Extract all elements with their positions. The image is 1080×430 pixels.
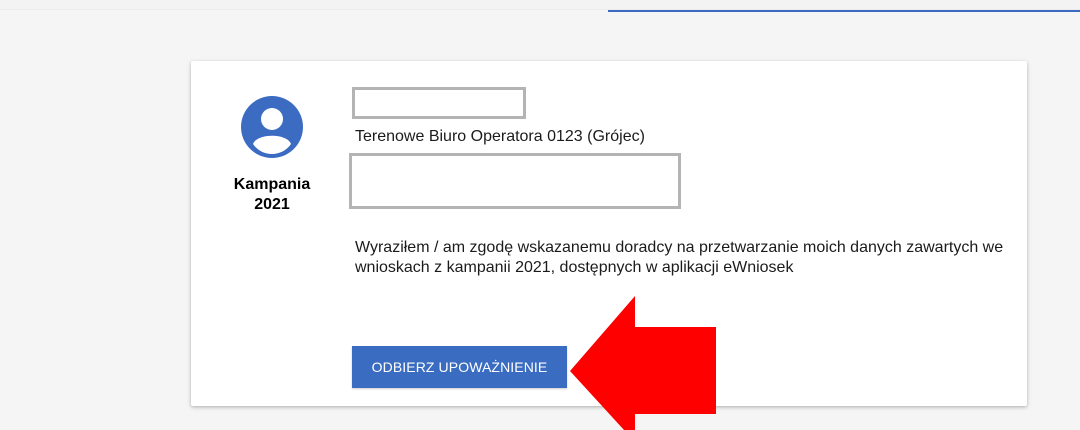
red-arrow-annotation: [570, 296, 716, 430]
campaign-title: Kampania 2021: [216, 175, 328, 215]
campaign-label: Kampania 2021: [233, 176, 311, 213]
redacted-advisor-name: [352, 87, 526, 119]
account-circle-icon: [241, 96, 303, 158]
active-tab-indicator: [608, 10, 1080, 12]
top-bar: [0, 0, 1080, 9]
revoke-authorization-button[interactable]: ODBIERZ UPOWAŻNIENIE: [352, 346, 567, 388]
redacted-advisor-details: [349, 153, 681, 209]
operator-name: Terenowe Biuro Operatora 0123 (Grójec): [355, 128, 645, 145]
consent-text: Wyraziłem / am zgodę wskazanemu doradcy …: [355, 239, 1004, 276]
